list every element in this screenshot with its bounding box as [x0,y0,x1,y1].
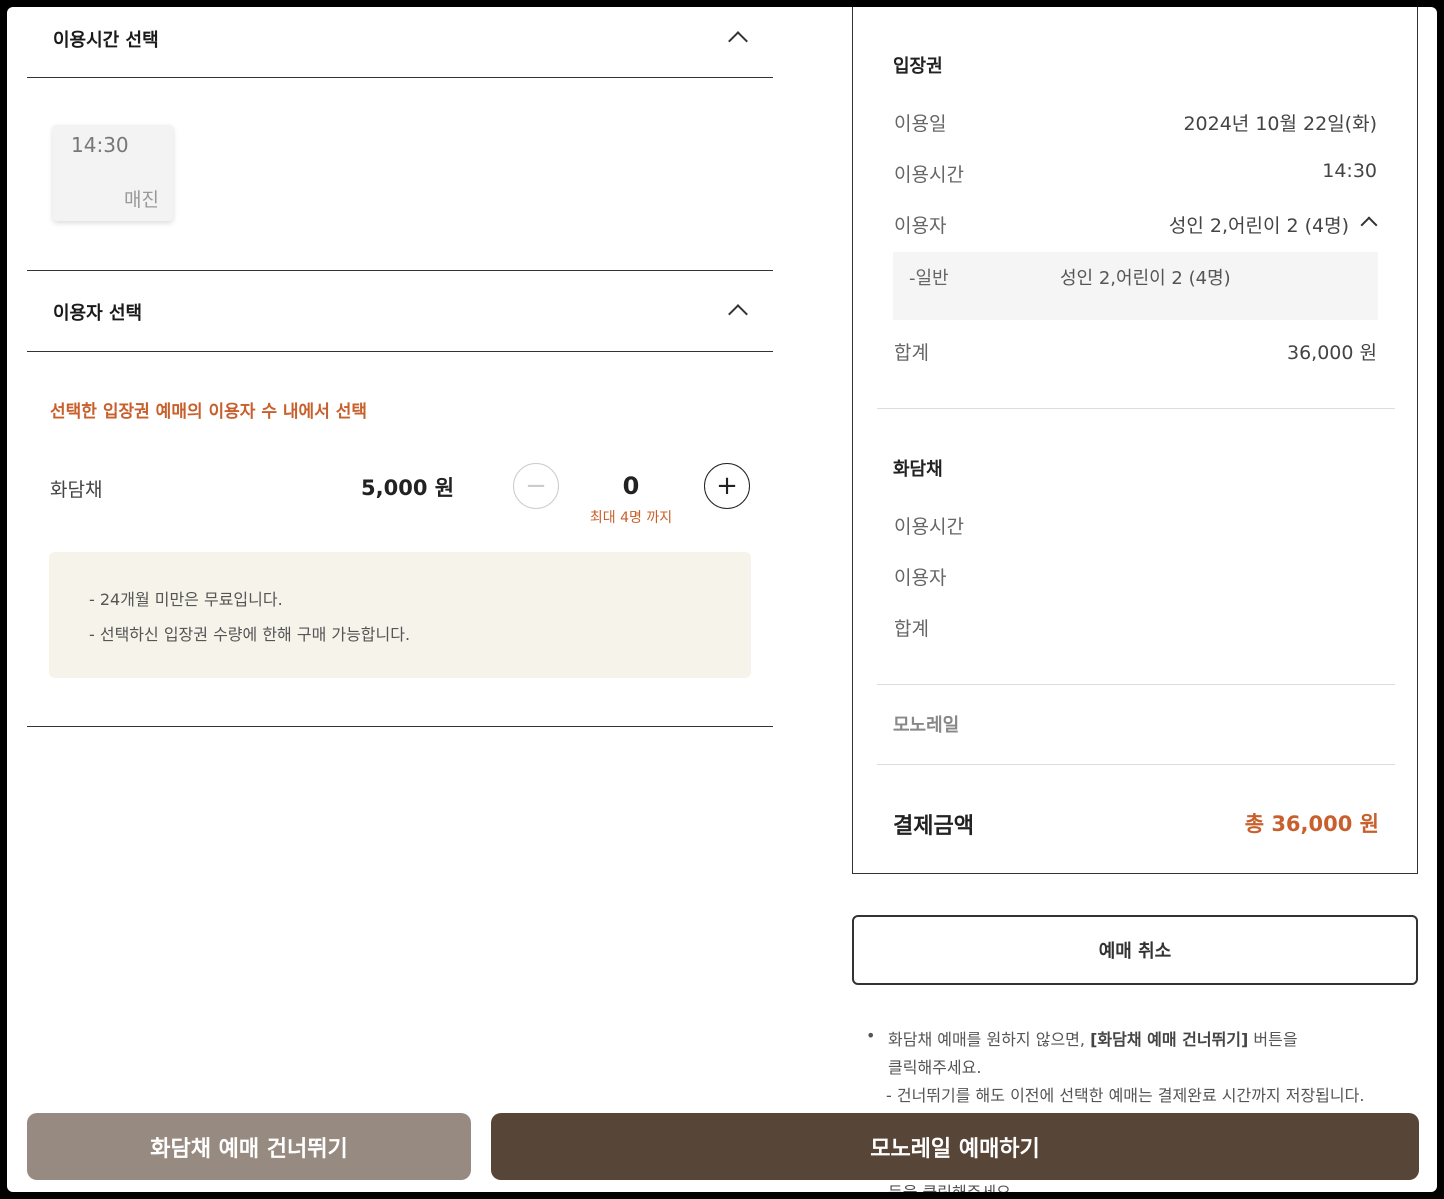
plus-icon: + [716,471,738,501]
skip-hwadamchae-button[interactable]: 화담채 예매 건너뛰기 [27,1113,471,1180]
breakdown-label: -일반 [909,268,949,289]
divider [877,408,1395,409]
note-line: - 선택하신 입장권 수량에 한해 구매 가능합니다. [89,625,411,644]
bullet: • [866,1026,876,1045]
hwadamchae-users-label: 이용자 [894,567,947,589]
users-breakdown: -일반 성인 2,어린이 2 (4명) [893,252,1378,320]
date-label: 이용일 [894,113,947,135]
monorail-title: 모노레일 [893,715,960,736]
ticket-total-label: 합계 [894,342,929,364]
divider [27,270,773,271]
time-slot-status: 매진 [124,189,159,211]
hwadamchae-total-label: 합계 [894,618,929,640]
item-price: 5,000 원 [361,476,455,500]
chevron-up-icon[interactable] [728,304,748,324]
info-line-3: - 건너뛰기를 해도 이전에 선택한 예매는 결제완료 시간까지 저장됩니다. [886,1086,1365,1105]
user-limit-notice: 선택한 입장권 예매의 이용자 수 내에서 선택 [50,402,368,422]
quantity-value: 0 [622,472,640,500]
item-name: 화담채 [50,479,103,501]
time-section-title: 이용시간 선택 [53,30,159,51]
time-label: 이용시간 [894,164,964,186]
note-line: - 24개월 미만은 무료입니다. [89,590,283,609]
divider [877,764,1395,765]
payment-label: 결제금액 [893,814,974,839]
time-slot[interactable]: 14:30 매진 [53,125,173,221]
divider [27,77,773,78]
booking-page: 이용시간 선택 14:30 매진 이용자 선택 선택한 입장권 예매의 이용자 … [7,7,1437,1192]
time-value: 14:30 [1322,160,1377,182]
divider [877,684,1395,685]
hwadamchae-title: 화담채 [893,459,943,480]
ticket-total-value: 36,000 원 [1286,342,1377,364]
booking-summary-panel: 입장권 이용일 2024년 10월 22일(화) 이용시간 14:30 이용자 … [852,7,1418,874]
breakdown-value: 성인 2,어린이 2 (4명) [1060,268,1231,289]
users-value: 성인 2,어린이 2 (4명) [1168,215,1349,237]
minus-icon: − [525,471,547,501]
users-label: 이용자 [894,215,947,237]
info-line-1: 화담채 예매를 원하지 않으면, [화담채 예매 건너뛰기] 버튼을 [888,1026,1298,1050]
info-line-2: 클릭해주세요. [888,1058,982,1077]
chevron-up-icon[interactable] [1360,216,1378,234]
cancel-booking-button[interactable]: 예매 취소 [852,915,1418,985]
info-bold-text: [화담채 예매 건너뛰기] [1090,1030,1249,1049]
hwadamchae-time-label: 이용시간 [894,516,964,538]
divider [27,351,773,352]
payment-value: 총 36,000 원 [1244,812,1379,836]
info-line-5: 등을 클릭해주세요 [888,1179,1011,1192]
time-slot-time: 14:30 [71,133,129,157]
date-value: 2024년 10월 22일(화) [1183,113,1377,135]
decrease-button[interactable]: − [513,463,559,509]
book-monorail-button[interactable]: 모노레일 예매하기 [491,1113,1419,1180]
info-text: 화담채 예매를 원하지 않으면, [888,1030,1091,1049]
notes-box: - 24개월 미만은 무료입니다. - 선택하신 입장권 수량에 한해 구매 가… [49,552,751,678]
divider [27,726,773,727]
chevron-up-icon[interactable] [728,31,748,51]
user-section-title: 이용자 선택 [53,303,143,324]
increase-button[interactable]: + [704,463,750,509]
max-quantity-label: 최대 4명 까지 [589,510,673,526]
info-text: 버튼을 [1248,1030,1298,1049]
ticket-title: 입장권 [893,56,943,77]
